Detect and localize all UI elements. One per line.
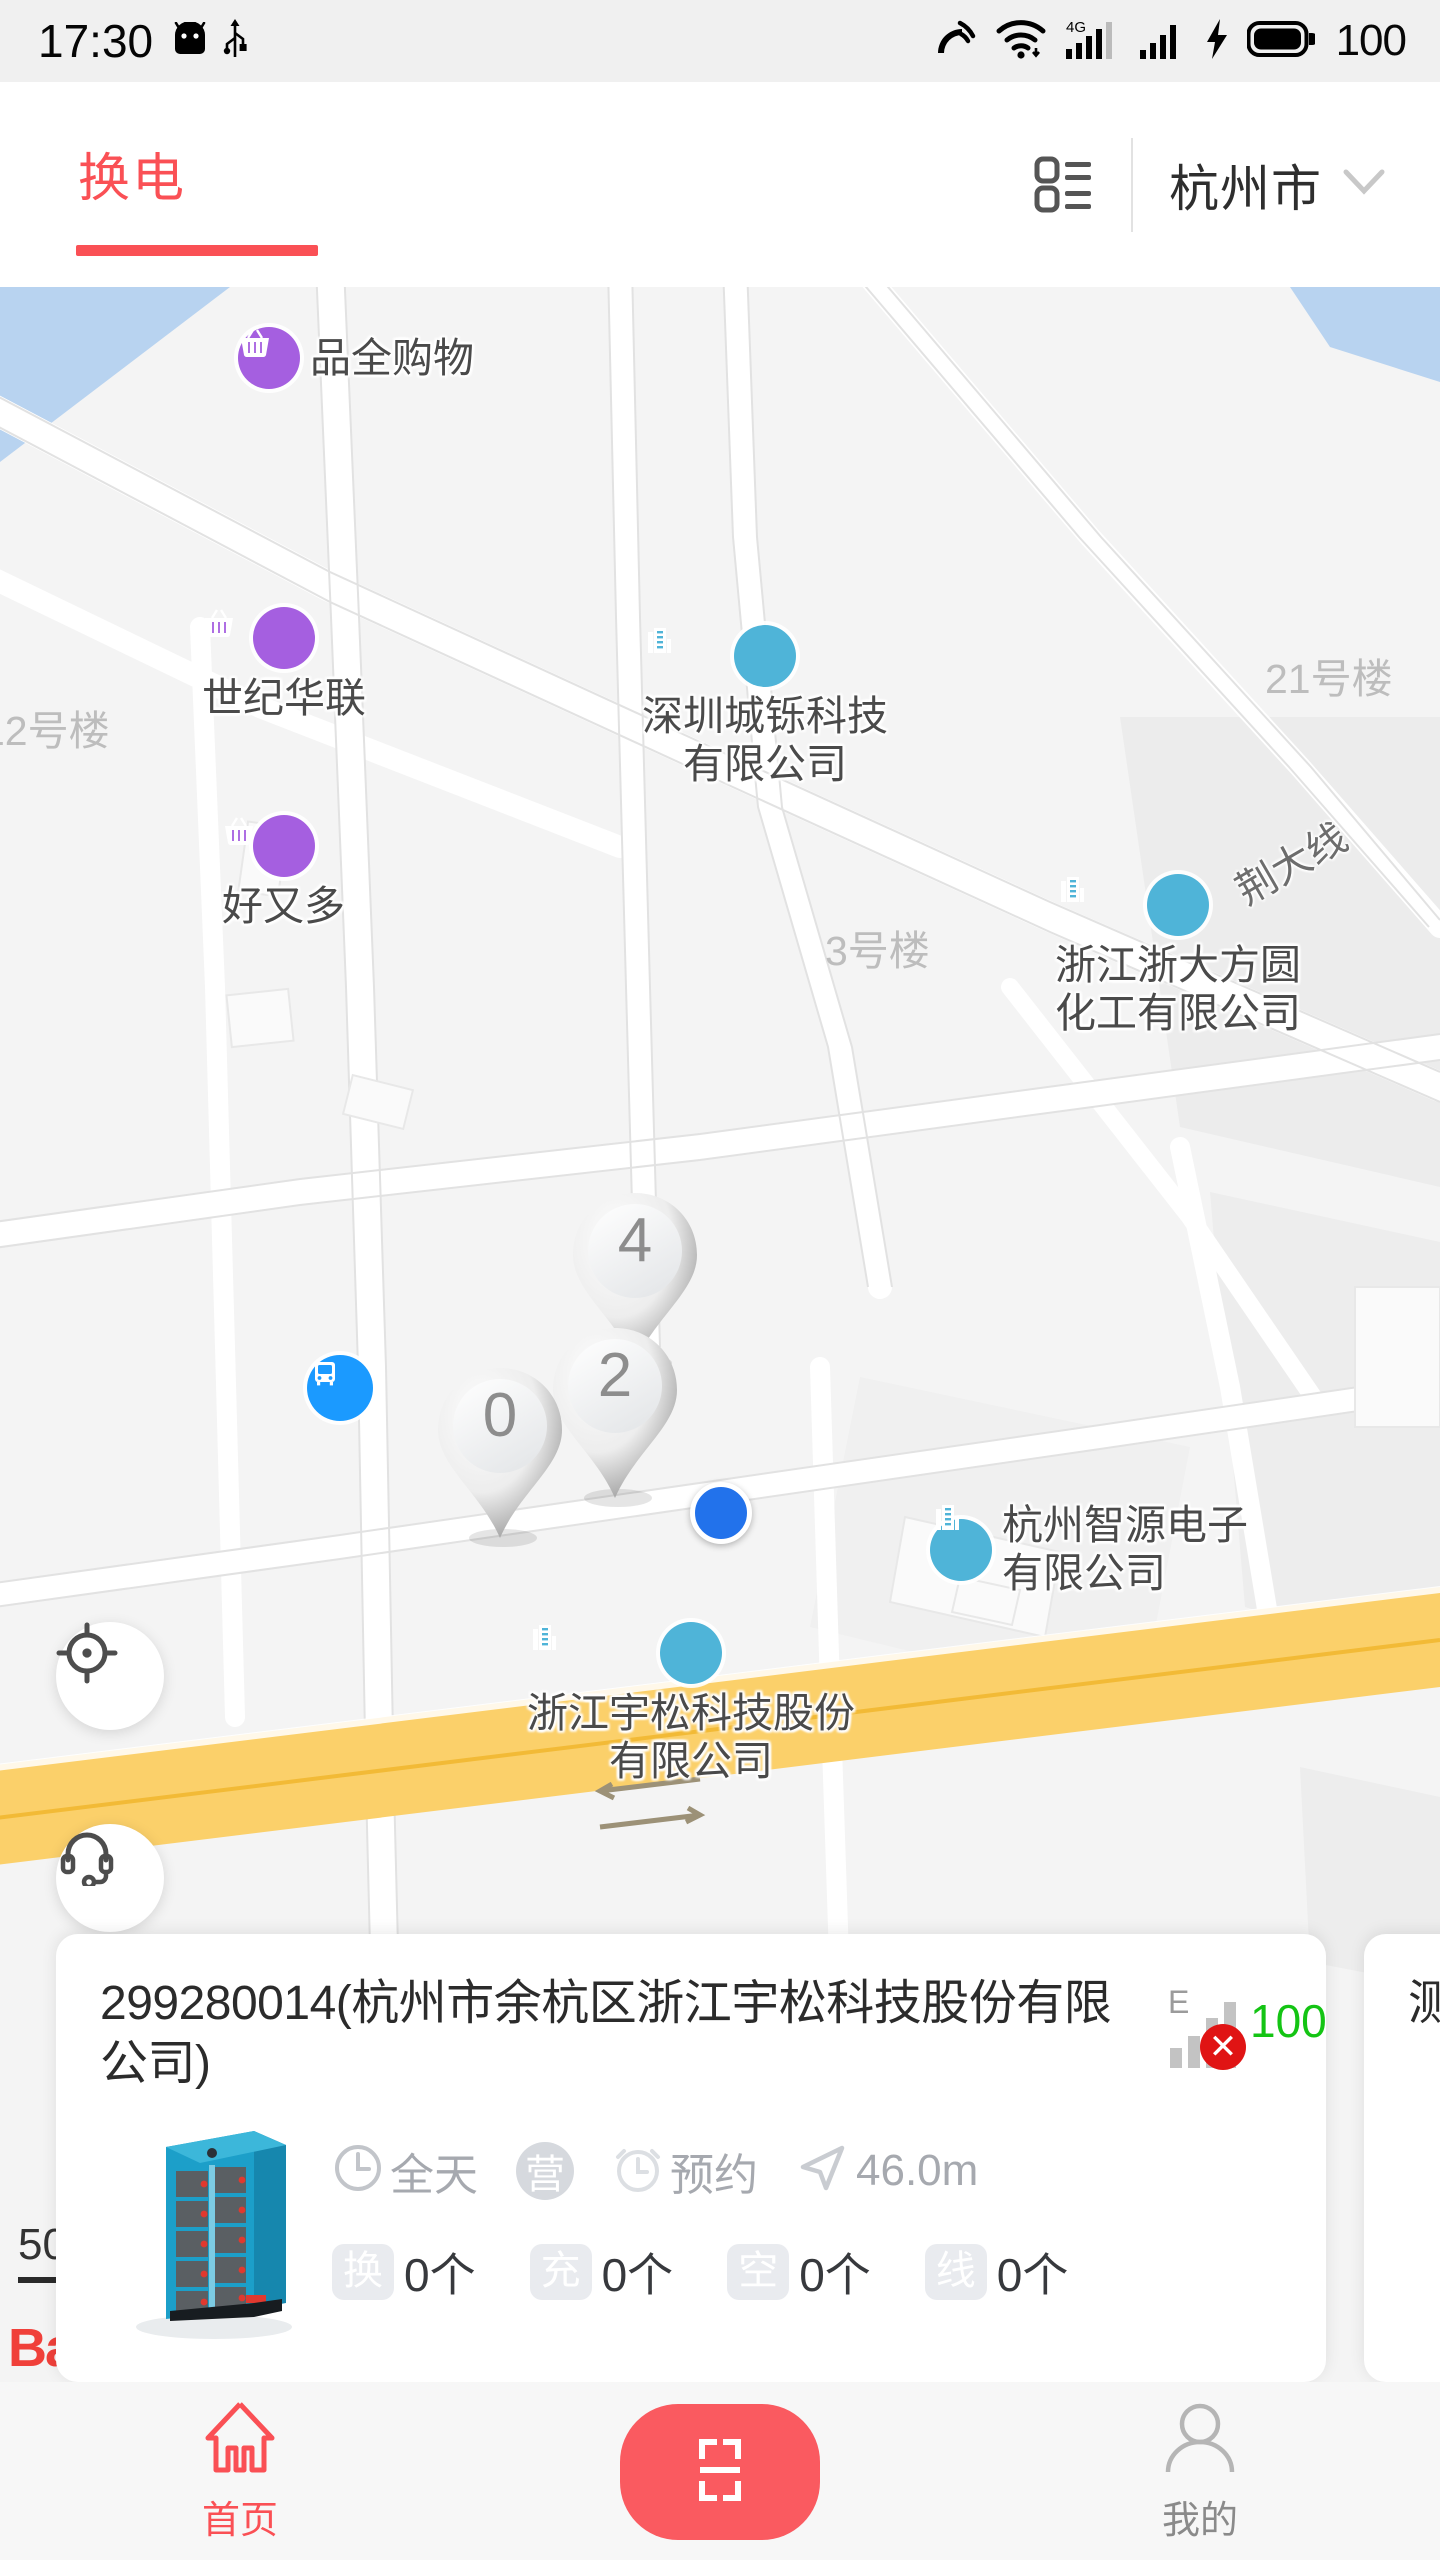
station-signal-indicator: E ✕ 100 — [1164, 1984, 1327, 2074]
list-view-button[interactable] — [1003, 125, 1123, 245]
nav-item-profile[interactable]: 我的 — [960, 2382, 1440, 2560]
counter-value-charge: 0个 — [601, 2248, 674, 2301]
header-divider — [1131, 137, 1133, 232]
operating-status-badge: 营 — [516, 2141, 574, 2200]
signal-4g-icon: 4G — [1064, 17, 1122, 66]
poi-marker[interactable]: 世纪华联 — [202, 607, 366, 722]
station-info: 全天 营 预约 46.0m 换 0个 充 0个 空 0个 线 0个 — [310, 2105, 1282, 2341]
battery-icon — [1246, 19, 1318, 64]
locate-button[interactable] — [56, 1622, 164, 1730]
nav-label-profile: 我的 — [1161, 2500, 1238, 2542]
charging-bolt-icon — [1204, 18, 1230, 65]
tab-active-indicator — [76, 245, 318, 256]
bottom-navigation: 首页 我的 — [0, 2382, 1440, 2560]
status-bar: 17:30 4G 100 — [0, 0, 1440, 82]
poi-label: 好又多 — [222, 883, 345, 929]
poi-label: 品全购物 — [310, 334, 474, 381]
poi-label: 世纪华联 — [202, 675, 366, 721]
poi-marker[interactable]: 浙江浙大方圆 化工有限公司 — [1055, 874, 1301, 1037]
shopping-basket-icon — [238, 327, 300, 389]
poi-label: 深圳城铄科技 有限公司 — [642, 693, 888, 787]
status-right-icons: 4G 100 — [934, 16, 1407, 66]
station-card-next[interactable]: 测 — [1364, 1934, 1440, 2382]
poi-marker[interactable]: 好又多 — [222, 815, 345, 930]
station-pin-count: 4 — [617, 1206, 653, 1275]
status-left-icons — [171, 18, 247, 65]
list-view-icon — [1027, 146, 1099, 223]
scan-qr-icon — [680, 2430, 760, 2515]
counter-value-swap: 0个 — [404, 2248, 476, 2301]
counter-badge-line: 线 — [924, 2244, 987, 2300]
station-cluster-pin[interactable]: 0 — [425, 1362, 575, 1550]
office-building-icon — [648, 625, 796, 687]
nav-item-home[interactable]: 首页 — [0, 2382, 480, 2560]
station-hours: 全天 — [390, 2150, 478, 2200]
svg-text:4G: 4G — [1066, 19, 1086, 36]
counter-value-line: 0个 — [996, 2248, 1069, 2301]
home-icon — [198, 2398, 282, 2483]
city-label: 杭州市 — [1169, 160, 1322, 217]
station-title-next: 测 — [1408, 1977, 1440, 2030]
app-root: 17:30 4G 100 换电 杭州市 2号楼 21号楼 3号楼 荆大线 品全购… — [0, 0, 1440, 2560]
counter-badge-swap: 换 — [332, 2244, 394, 2300]
building-label: 12号楼 — [0, 708, 110, 754]
nav-label-home: 首页 — [201, 2500, 278, 2542]
poi-label: 浙江浙大方圆 化工有限公司 — [1055, 942, 1301, 1036]
status-time: 17:30 — [38, 15, 154, 67]
station-card-body: 全天 营 预约 46.0m 换 0个 充 0个 空 0个 线 0个 — [100, 2105, 1282, 2341]
building-label: 21号楼 — [1265, 656, 1393, 702]
tab-swap[interactable]: 换电 — [78, 136, 186, 211]
station-reserve-label: 预约 — [670, 2150, 758, 2200]
station-distance: 46.0m — [856, 2145, 979, 2195]
counter-badge-charge: 充 — [529, 2244, 592, 2300]
station-card-carousel[interactable]: 299280014(杭州市余杭区浙江宇松科技股份有限公司) E ✕ 100 全天… — [0, 1934, 1440, 2382]
poi-marker[interactable]: 杭州智源电子 有限公司 — [930, 1502, 1248, 1597]
office-building-icon — [930, 1505, 992, 1581]
station-pin-count: 0 — [482, 1381, 518, 1450]
bluetooth-cast-icon — [934, 17, 978, 66]
app-header: 换电 杭州市 — [0, 82, 1440, 287]
support-button[interactable] — [56, 1824, 164, 1932]
station-meta-row: 全天 营 预约 46.0m — [332, 2139, 1282, 2203]
counter-value-empty: 0个 — [799, 2248, 871, 2301]
android-robot-icon — [171, 20, 209, 61]
station-counters-row: 换 0个 充 0个 空 0个 线 0个 — [332, 2239, 1282, 2305]
clock-icon — [332, 2142, 384, 2199]
tab-swap-label: 换电 — [78, 150, 187, 208]
battery-percent: 100 — [1335, 16, 1407, 65]
current-location-dot — [690, 1482, 752, 1544]
signal-value: 100 — [1250, 1995, 1327, 2047]
bus-stop-marker[interactable] — [307, 1355, 373, 1421]
person-icon — [1158, 2398, 1242, 2483]
station-card[interactable]: 299280014(杭州市余杭区浙江宇松科技股份有限公司) E ✕ 100 全天… — [56, 1934, 1327, 2382]
office-building-icon — [1061, 874, 1209, 936]
signal-network-label: E — [1168, 1984, 1190, 2020]
poi-label: 浙江宇松科技股份 有限公司 — [527, 1690, 855, 1784]
wifi-icon — [995, 18, 1047, 65]
shopping-basket-icon — [225, 815, 315, 877]
usb-icon — [223, 18, 247, 65]
station-card-header: 299280014(杭州市余杭区浙江宇松科技股份有限公司) E ✕ 100 — [100, 1974, 1327, 2095]
signal-icon — [1139, 17, 1187, 66]
poi-marker[interactable]: 浙江宇松科技股份 有限公司 — [527, 1622, 855, 1785]
alarm-clock-icon — [612, 2141, 664, 2200]
city-selector[interactable]: 杭州市 — [1141, 149, 1440, 221]
counter-badge-empty: 空 — [727, 2244, 790, 2300]
poi-marker[interactable]: 品全购物 — [238, 327, 474, 389]
navigation-arrow-icon — [796, 2141, 850, 2200]
battery-swap-cabinet-image — [114, 2105, 310, 2341]
header-actions: 杭州市 — [1003, 82, 1440, 287]
signal-error-badge: ✕ — [1200, 2024, 1246, 2070]
building-label: 3号楼 — [825, 928, 930, 974]
scan-qr-button[interactable] — [620, 2404, 820, 2540]
office-building-icon — [533, 1622, 722, 1684]
chevron-down-icon — [1342, 168, 1386, 201]
bus-stop-icon — [307, 1355, 373, 1421]
poi-label: 杭州智源电子 有限公司 — [1002, 1502, 1248, 1596]
shopping-basket-icon — [205, 607, 315, 669]
poi-marker[interactable]: 深圳城铄科技 有限公司 — [642, 625, 888, 788]
station-title: 299280014(杭州市余杭区浙江宇松科技股份有限公司) — [100, 1977, 1112, 2091]
